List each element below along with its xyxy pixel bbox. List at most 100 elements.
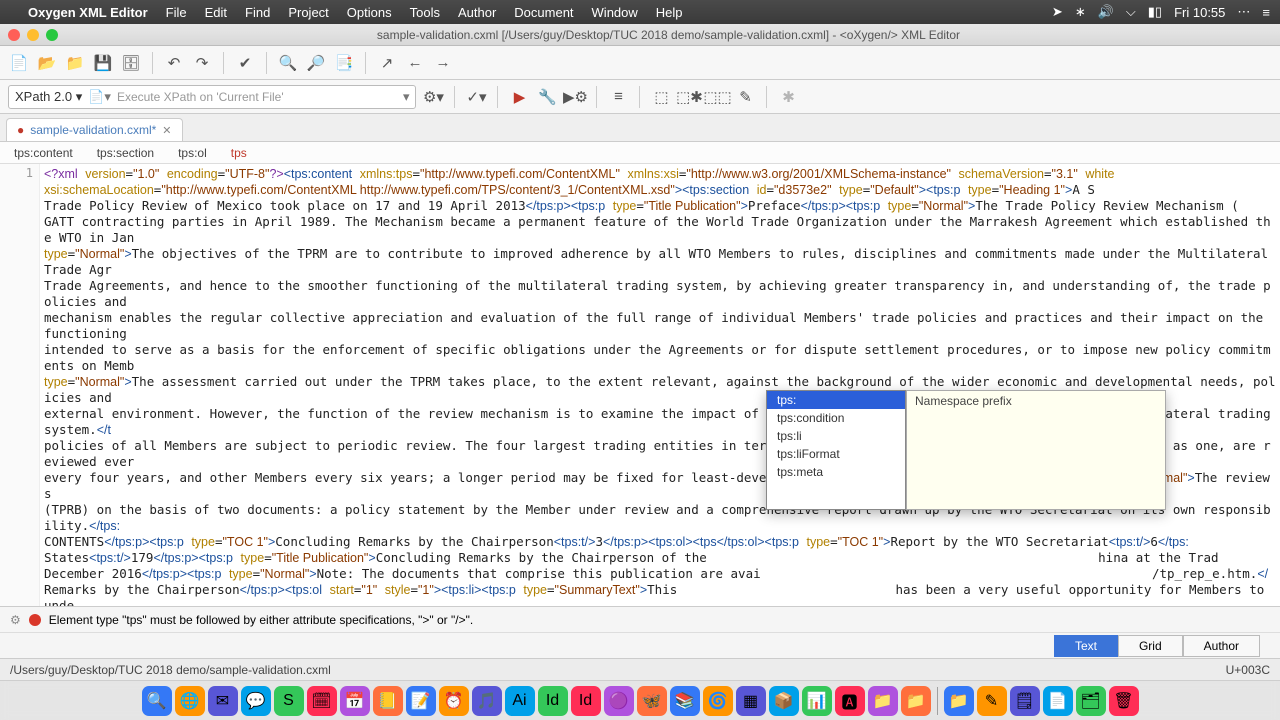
- validate-icon[interactable]: ✓▾: [465, 86, 487, 108]
- error-indicator-icon[interactable]: [29, 614, 41, 626]
- view-mode-text[interactable]: Text: [1054, 635, 1118, 657]
- format-indent-icon[interactable]: ≡: [607, 86, 629, 108]
- new-file-icon[interactable]: 📄: [8, 52, 30, 74]
- menu-window[interactable]: Window: [592, 5, 638, 20]
- dock-app-icon[interactable]: Ai: [505, 686, 535, 716]
- document-tab[interactable]: ● sample-validation.cxml* ✕: [6, 118, 183, 141]
- menu-document[interactable]: Document: [514, 5, 573, 20]
- autocomplete-item[interactable]: tps:liFormat: [767, 445, 905, 463]
- transform-config-icon[interactable]: 🔧: [536, 86, 558, 108]
- wifi-icon[interactable]: ⌵: [1126, 4, 1136, 20]
- view-mode-author[interactable]: Author: [1183, 635, 1260, 657]
- clock[interactable]: Fri 10:55: [1174, 5, 1225, 20]
- app-name[interactable]: Oxygen XML Editor: [28, 5, 148, 20]
- spotlight-icon[interactable]: ⋯: [1237, 4, 1250, 20]
- battery-icon[interactable]: ▮▯: [1148, 4, 1162, 20]
- split-icon[interactable]: ⬚⬚: [706, 86, 728, 108]
- breadcrumb-item[interactable]: tps: [231, 146, 247, 160]
- dock-app-icon[interactable]: 📁: [944, 686, 974, 716]
- dock-app-icon[interactable]: 🦋: [637, 686, 667, 716]
- dock-app-icon[interactable]: 📦: [769, 686, 799, 716]
- dock-app-icon[interactable]: 📁: [901, 686, 931, 716]
- location-icon[interactable]: ➤: [1052, 4, 1063, 20]
- dock-app-icon[interactable]: 🌐: [175, 686, 205, 716]
- menu-file[interactable]: File: [166, 5, 187, 20]
- menu-options[interactable]: Options: [347, 5, 392, 20]
- autocomplete-item[interactable]: tps:li: [767, 427, 905, 445]
- find-replace-icon[interactable]: 🔎: [305, 52, 327, 74]
- dock-app-icon[interactable]: 🎵: [472, 686, 502, 716]
- dock-app-icon[interactable]: 🗓: [307, 686, 337, 716]
- autocomplete-item[interactable]: tps:meta: [767, 463, 905, 481]
- dock-app-icon[interactable]: 🌀: [703, 686, 733, 716]
- autocomplete-item[interactable]: tps:condition: [767, 409, 905, 427]
- menu-author[interactable]: Author: [458, 5, 496, 20]
- xpath-input[interactable]: Execute XPath on 'Current File': [117, 90, 397, 104]
- dock-app-icon[interactable]: ✎: [977, 686, 1007, 716]
- dock-app-icon[interactable]: 💬: [241, 686, 271, 716]
- breadcrumb-item[interactable]: tps:ol: [178, 146, 207, 160]
- dock-app-icon[interactable]: 📁: [868, 686, 898, 716]
- menu-project[interactable]: Project: [288, 5, 328, 20]
- insert-element-icon[interactable]: ⬚: [650, 86, 672, 108]
- tab-close-icon[interactable]: ✕: [162, 124, 171, 137]
- volume-icon[interactable]: 🔊: [1098, 4, 1114, 20]
- dock-app-icon[interactable]: 🅰︎: [835, 686, 865, 716]
- dropdown-icon[interactable]: ▾: [403, 89, 410, 105]
- dock-app-icon[interactable]: Id: [538, 686, 568, 716]
- dock-app-icon[interactable]: 📄: [1043, 686, 1073, 716]
- breadcrumb-item[interactable]: tps:section: [97, 146, 154, 160]
- dock-app-icon[interactable]: ⏰: [439, 686, 469, 716]
- dock-app-icon[interactable]: 📒: [373, 686, 403, 716]
- dock-app-icon[interactable]: 🗑: [1109, 686, 1139, 716]
- rename-icon[interactable]: ✎: [734, 86, 756, 108]
- autocomplete-list[interactable]: tps:tps:conditiontps:litps:liFormattps:m…: [766, 390, 906, 510]
- xpath-scope-icon[interactable]: 📄▾: [88, 89, 111, 105]
- window-close-button[interactable]: [8, 29, 20, 41]
- clear-icon[interactable]: ✱: [777, 86, 799, 108]
- menu-edit[interactable]: Edit: [205, 5, 227, 20]
- dock-app-icon[interactable]: 📚: [670, 686, 700, 716]
- dock-app-icon[interactable]: 🗒: [1010, 686, 1040, 716]
- back-icon[interactable]: ←: [404, 52, 426, 74]
- spellcheck-icon[interactable]: ✔: [234, 52, 256, 74]
- dock-app-icon[interactable]: 🔍: [142, 686, 172, 716]
- xpath-settings-icon[interactable]: ⚙▾: [422, 86, 444, 108]
- open-file-icon[interactable]: 📂: [36, 52, 58, 74]
- menu-help[interactable]: Help: [656, 5, 683, 20]
- code-editor[interactable]: 1 <?xml version="1.0" encoding="UTF-8"?>…: [0, 164, 1280, 606]
- transform-run-icon[interactable]: ▶: [508, 86, 530, 108]
- forward-icon[interactable]: →: [432, 52, 454, 74]
- save-all-icon[interactable]: 🗄: [120, 52, 142, 74]
- find-icon[interactable]: 🔍: [277, 52, 299, 74]
- bluetooth-icon[interactable]: ∗: [1075, 4, 1086, 20]
- view-mode-grid[interactable]: Grid: [1118, 635, 1183, 657]
- save-icon[interactable]: 💾: [92, 52, 114, 74]
- undo-icon[interactable]: ↶: [163, 52, 185, 74]
- menu-tools[interactable]: Tools: [410, 5, 440, 20]
- xpath-version-selector[interactable]: XPath 2.0 ▾: [15, 89, 82, 105]
- window-maximize-button[interactable]: [46, 29, 58, 41]
- menu-find[interactable]: Find: [245, 5, 270, 20]
- window-minimize-button[interactable]: [27, 29, 39, 41]
- find-all-icon[interactable]: 📑: [333, 52, 355, 74]
- dock-app-icon[interactable]: 🗂: [1076, 686, 1106, 716]
- dock-app-icon[interactable]: 📊: [802, 686, 832, 716]
- dock-app-icon[interactable]: Id: [571, 686, 601, 716]
- code-content[interactable]: <?xml version="1.0" encoding="UTF-8"?><t…: [40, 164, 1280, 606]
- external-tool-icon[interactable]: ↗: [376, 52, 398, 74]
- notifications-icon[interactable]: ≡: [1262, 5, 1270, 20]
- dock-app-icon[interactable]: 📅: [340, 686, 370, 716]
- dock-app-icon[interactable]: ✉︎: [208, 686, 238, 716]
- breadcrumb-item[interactable]: tps:content: [14, 146, 73, 160]
- autocomplete-item[interactable]: tps:: [767, 391, 905, 409]
- dock-app-icon[interactable]: 🟣: [604, 686, 634, 716]
- redo-icon[interactable]: ↷: [191, 52, 213, 74]
- dock-app-icon[interactable]: ▦: [736, 686, 766, 716]
- debug-icon[interactable]: ▶⚙: [564, 86, 586, 108]
- open-url-icon[interactable]: 📁: [64, 52, 86, 74]
- surround-icon[interactable]: ⬚✱: [678, 86, 700, 108]
- gear-icon[interactable]: ⚙: [10, 613, 21, 627]
- dock-app-icon[interactable]: S: [274, 686, 304, 716]
- dock-app-icon[interactable]: 📝: [406, 686, 436, 716]
